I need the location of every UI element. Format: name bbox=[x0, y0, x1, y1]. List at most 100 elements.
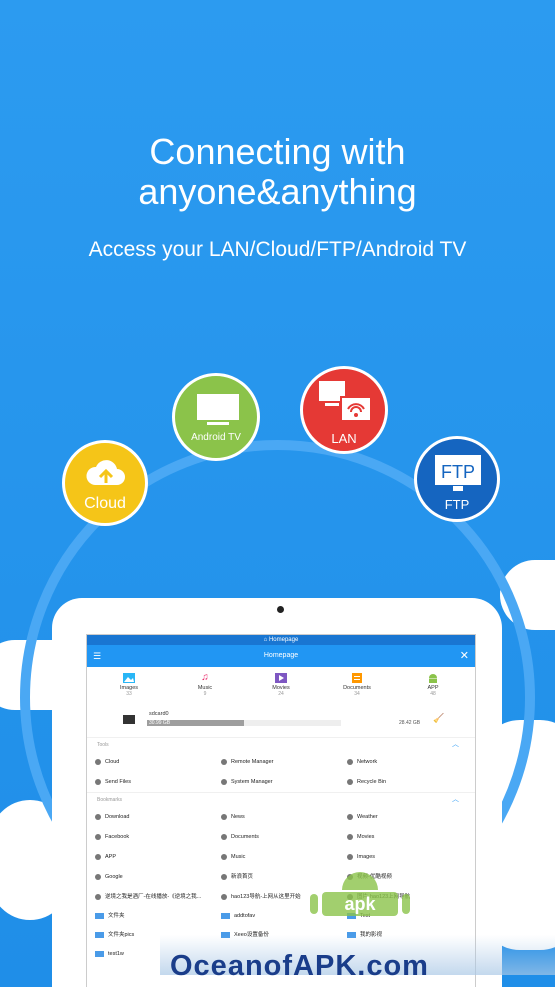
storage-total: 28.42 GB bbox=[399, 720, 421, 726]
globe-icon bbox=[347, 833, 353, 840]
tool-item[interactable]: Remote Manager bbox=[221, 752, 347, 772]
recycle-icon bbox=[347, 778, 353, 785]
cloud-upload-icon bbox=[86, 460, 125, 485]
remote-icon bbox=[221, 758, 227, 765]
bookmark-label: Documents bbox=[231, 834, 259, 840]
globe-icon bbox=[95, 833, 101, 840]
bookmarks-grid: Download News Weather Facebook Documents… bbox=[87, 807, 475, 907]
bookmark-label: APP bbox=[105, 854, 117, 860]
category-count: 24 bbox=[278, 691, 284, 697]
tool-label: Network bbox=[357, 759, 378, 765]
globe-icon bbox=[221, 853, 227, 860]
bookmark-item[interactable]: Weather bbox=[347, 807, 473, 827]
folder-label: addtofav bbox=[234, 913, 256, 919]
category-documents[interactable]: Documents 34 bbox=[327, 673, 387, 707]
category-app[interactable]: APP 48 bbox=[403, 673, 463, 707]
image-icon bbox=[123, 673, 135, 683]
bookmark-item[interactable]: Documents bbox=[221, 827, 347, 847]
globe-icon bbox=[221, 873, 227, 880]
tools-header[interactable]: Tools ︿ bbox=[87, 737, 475, 752]
apk-badge-text: apk bbox=[344, 894, 376, 914]
promo-screen: Connecting with anyone&anything Access y… bbox=[0, 0, 555, 987]
bookmark-item[interactable]: APP bbox=[95, 847, 221, 867]
tool-item[interactable]: Network bbox=[347, 752, 473, 772]
tool-item[interactable]: Send Files bbox=[95, 772, 221, 792]
subheadline: Access your LAN/Cloud/FTP/Android TV bbox=[88, 238, 467, 261]
cloud-bubble: Cloud bbox=[62, 440, 148, 526]
lan-bubble: LAN bbox=[300, 366, 388, 454]
ftp-bubble-label: FTP bbox=[444, 497, 470, 512]
bookmark-label: Images bbox=[357, 854, 376, 860]
category-movies[interactable]: Movies 24 bbox=[251, 673, 311, 707]
tool-label: Send Files bbox=[105, 779, 131, 785]
bookmark-item[interactable]: Facebook bbox=[95, 827, 221, 847]
globe-icon bbox=[95, 893, 101, 900]
bookmark-label: Download bbox=[105, 814, 130, 820]
bookmark-label: Facebook bbox=[105, 834, 130, 840]
globe-icon bbox=[221, 893, 227, 900]
tool-label: System Manager bbox=[231, 779, 273, 785]
home-icon: ⌂ bbox=[263, 637, 268, 643]
android-tv-bubble-label: Android TV bbox=[191, 432, 241, 443]
bookmark-item[interactable]: News bbox=[221, 807, 347, 827]
cloud-bubble-label: Cloud bbox=[84, 495, 126, 512]
status-bar: ⌂ Homepage bbox=[87, 635, 475, 645]
tool-label: Remote Manager bbox=[231, 759, 274, 765]
storage-row[interactable]: sdcard0 30.99 GB 28.42 GB 🧹 bbox=[93, 709, 469, 737]
category-row: Images 33 ♫ Music 9 Movies 24 Documents … bbox=[87, 667, 475, 709]
category-count: 34 bbox=[354, 691, 360, 697]
menu-icon[interactable]: ☰ bbox=[93, 645, 101, 667]
bookmark-item[interactable]: Movies bbox=[347, 827, 473, 847]
storage-name: sdcard0 bbox=[149, 711, 169, 717]
tool-label: Recycle Bin bbox=[357, 779, 387, 785]
globe-icon bbox=[95, 873, 101, 880]
ftp-monitor-icon: FTP bbox=[435, 455, 481, 491]
category-images[interactable]: Images 33 bbox=[99, 673, 159, 707]
category-count: 33 bbox=[126, 691, 132, 697]
tools-grid: Cloud Remote Manager Network Send Files … bbox=[87, 752, 475, 792]
ftp-bubble: FTP FTP bbox=[414, 436, 500, 522]
globe-icon bbox=[347, 853, 353, 860]
svg-text:FTP: FTP bbox=[441, 462, 475, 482]
category-music[interactable]: ♫ Music 9 bbox=[175, 673, 235, 707]
system-icon bbox=[221, 778, 227, 785]
chevron-up-icon[interactable]: ︿ bbox=[452, 793, 459, 807]
chevron-up-icon[interactable]: ︿ bbox=[452, 738, 459, 752]
globe-icon bbox=[221, 813, 227, 820]
bookmark-label: Music bbox=[231, 854, 246, 860]
bookmark-label: Weather bbox=[357, 814, 378, 820]
bookmark-label: Google bbox=[105, 874, 123, 880]
globe-icon bbox=[95, 813, 101, 820]
lan-icon bbox=[319, 381, 372, 422]
document-icon bbox=[352, 673, 362, 683]
tv-icon bbox=[197, 394, 239, 425]
bookmark-item[interactable]: 逆境之我是酒厂-在线播放-《逆境之我... bbox=[95, 887, 221, 907]
bookmark-label: 逆境之我是酒厂-在线播放-《逆境之我... bbox=[105, 894, 202, 900]
bookmark-label: News bbox=[231, 814, 245, 820]
folder-icon bbox=[221, 912, 230, 919]
close-icon[interactable]: ✕ bbox=[460, 645, 469, 667]
bookmarks-header[interactable]: Bookmarks ︿ bbox=[87, 792, 475, 807]
bookmark-item[interactable]: Download bbox=[95, 807, 221, 827]
status-title: Homepage bbox=[268, 637, 299, 643]
cloud-icon bbox=[95, 758, 101, 765]
lan-bubble-label: LAN bbox=[331, 431, 357, 446]
tools-header-label: Tools bbox=[97, 742, 109, 748]
bookmark-item[interactable]: Google bbox=[95, 867, 221, 887]
clean-icon[interactable]: 🧹 bbox=[433, 713, 444, 724]
globe-icon bbox=[221, 833, 227, 840]
tool-item[interactable]: Recycle Bin bbox=[347, 772, 473, 792]
bookmarks-header-label: Bookmarks bbox=[97, 797, 123, 803]
tool-item[interactable]: System Manager bbox=[221, 772, 347, 792]
category-count: 9 bbox=[203, 691, 207, 697]
folder-icon bbox=[95, 931, 104, 938]
movie-icon bbox=[275, 673, 287, 683]
headline-line2: anyone&anything bbox=[138, 171, 417, 212]
category-count: 48 bbox=[430, 691, 436, 697]
app-bar: ☰ Homepage ✕ bbox=[87, 645, 475, 667]
tool-item[interactable]: Cloud bbox=[95, 752, 221, 772]
bookmark-item[interactable]: Images bbox=[347, 847, 473, 867]
headline: Connecting with anyone&anything bbox=[0, 132, 555, 212]
bookmark-item[interactable]: Music bbox=[221, 847, 347, 867]
folder-item[interactable]: 文件夹 bbox=[95, 907, 221, 926]
